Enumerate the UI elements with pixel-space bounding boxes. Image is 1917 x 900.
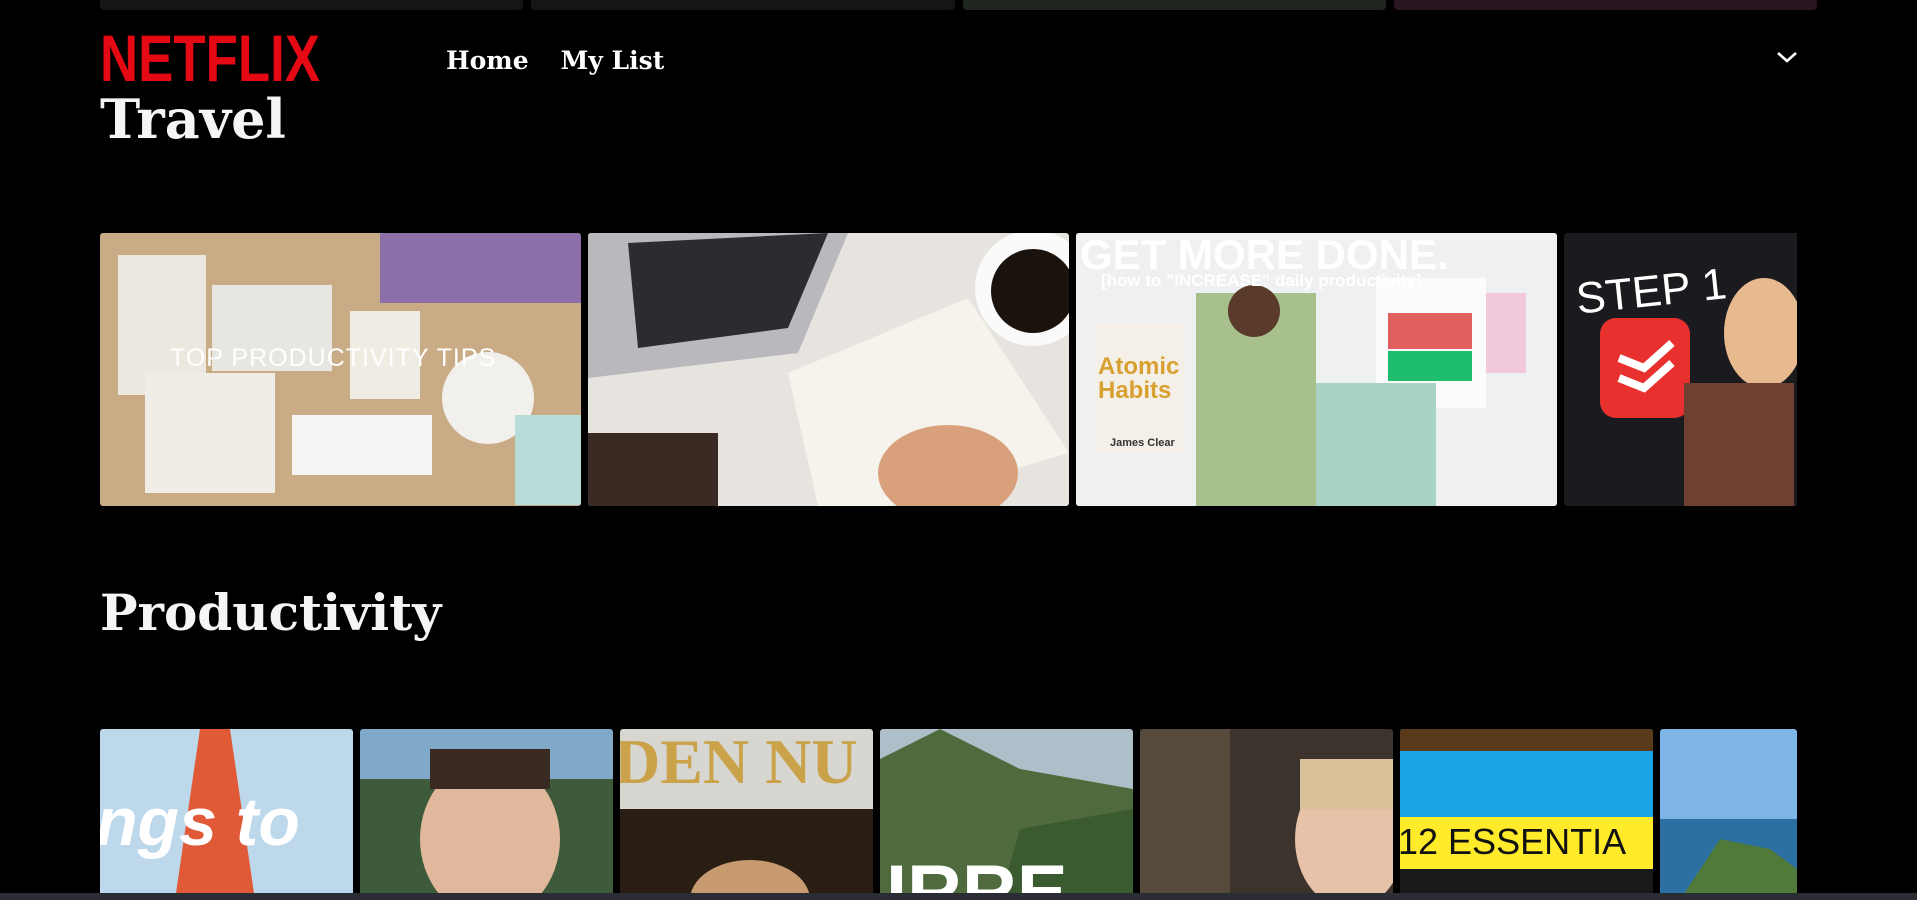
row-title-productivity: Productivity: [100, 583, 442, 642]
card-desk-planner[interactable]: TOP PRODUCTIVITY TIPS: [100, 233, 581, 506]
card-subline: [how to "INCREASE" daily productivity]: [1101, 271, 1422, 290]
netflix-logo[interactable]: NETFLIX: [100, 25, 320, 91]
nav-home[interactable]: Home: [446, 46, 529, 75]
profile-menu-button[interactable]: [1772, 46, 1802, 68]
thumbnail-image: [1660, 729, 1797, 900]
partial-card[interactable]: [100, 0, 524, 10]
card-overlay-text: ngs to: [100, 784, 300, 860]
partial-card[interactable]: [1393, 0, 1817, 10]
card-essentials-sky[interactable]: 12 ESSENTIA: [1400, 729, 1653, 900]
nav-my-list[interactable]: My List: [561, 46, 665, 75]
thumbnail-image: [1400, 729, 1653, 900]
card-man-forest[interactable]: [360, 729, 613, 900]
row-travel: TOP PRODUCTIVITY TIPS GET MORE DONE. [ho…: [100, 233, 1797, 506]
main-nav: Home My List: [446, 46, 664, 75]
thumbnail-image: [1140, 729, 1393, 900]
card-golden-nugget[interactable]: DEN NU: [620, 729, 873, 900]
row-productivity: ngs to DEN NU IRRE 12 ESSENTIA: [100, 729, 1797, 900]
card-mountains[interactable]: IRRE: [880, 729, 1133, 900]
card-notebook-laptop[interactable]: [588, 233, 1069, 506]
card-coast[interactable]: [1660, 729, 1797, 900]
chevron-down-icon: [1777, 52, 1797, 63]
previous-row-strip: [100, 0, 1817, 10]
card-tokyo-tower[interactable]: ngs to: [100, 729, 353, 900]
partial-card[interactable]: [962, 0, 1386, 10]
card-overlay-text: 12 ESSENTIA: [1400, 821, 1627, 862]
book-author: James Clear: [1110, 437, 1175, 449]
card-overlay-text: TOP PRODUCTIVITY TIPS: [170, 344, 497, 372]
card-overlay-text: DEN NU: [620, 729, 858, 797]
book-title: Atomic Habits: [1098, 353, 1180, 404]
horizontal-scrollbar[interactable]: [0, 893, 1917, 900]
card-step-one[interactable]: STEP 1: [1564, 233, 1797, 506]
thumbnail-image: [588, 233, 1069, 506]
thumbnail-image: [360, 729, 613, 900]
card-get-more-done[interactable]: GET MORE DONE. [how to "INCREASE" daily …: [1076, 233, 1557, 506]
partial-card[interactable]: [531, 0, 955, 10]
card-woman-cave[interactable]: [1140, 729, 1393, 900]
row-title-travel: Travel: [100, 87, 286, 151]
